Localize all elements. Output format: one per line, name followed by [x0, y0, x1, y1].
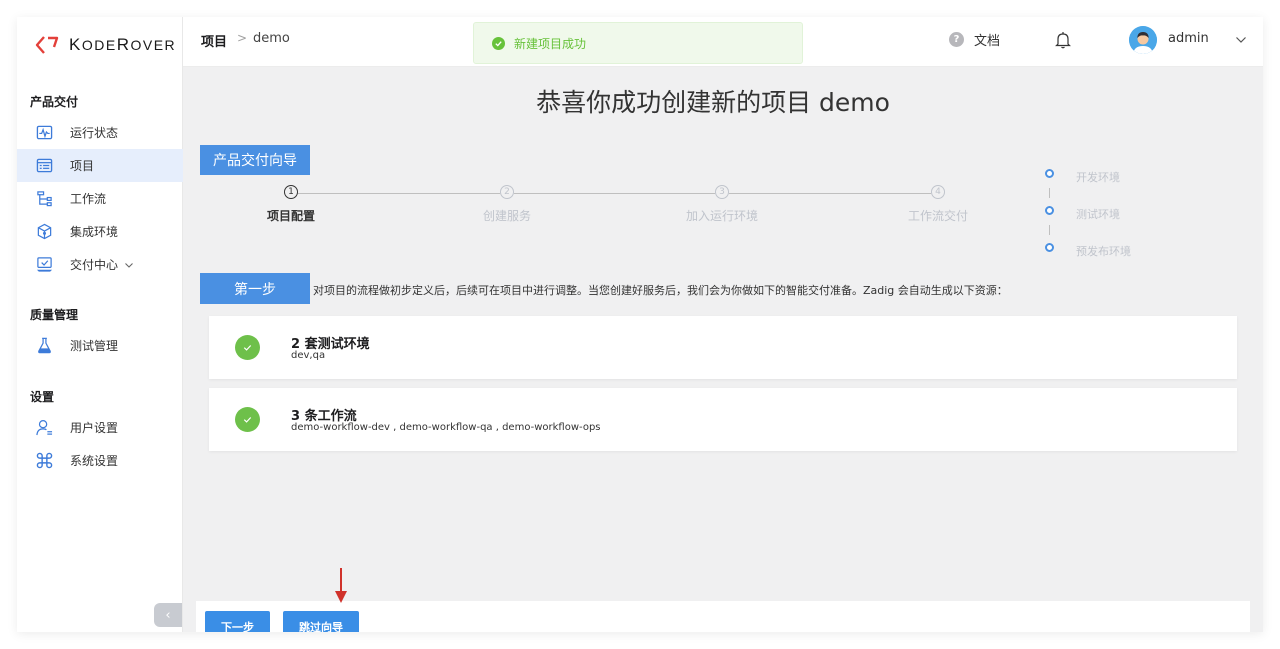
- flask-icon: [35, 337, 53, 355]
- check-circle-icon: [235, 335, 260, 360]
- breadcrumb-separator: >: [237, 31, 248, 45]
- step-connector: [729, 193, 931, 194]
- avatar[interactable]: [1129, 26, 1157, 54]
- step-number: 1: [284, 185, 298, 199]
- step-label: 工作流交付: [907, 209, 968, 223]
- chevron-down-icon[interactable]: [1235, 35, 1247, 45]
- step-connector: [298, 193, 500, 194]
- sidebar-item-label: 用户设置: [70, 421, 119, 435]
- step-number: 2: [500, 185, 514, 199]
- pulse-chart-icon: [35, 124, 53, 142]
- step-label: 加入运行环境: [685, 209, 758, 223]
- cube-icon: [35, 223, 53, 241]
- env-dot: [1045, 169, 1054, 178]
- step-number: 3: [715, 185, 729, 199]
- user-list-icon: [35, 419, 53, 437]
- resource-card-workflows: 3 条工作流 demo-workflow-dev , demo-workflow…: [209, 388, 1237, 451]
- delivery-box-icon: [35, 256, 53, 274]
- command-icon: [35, 452, 53, 470]
- sidebar-item-system-settings[interactable]: 系统设置: [17, 444, 183, 477]
- env-dot: [1045, 243, 1054, 252]
- docs-label: 文档: [974, 34, 1001, 49]
- koderover-logo-icon: [35, 36, 59, 54]
- sidebar-item-user-settings[interactable]: 用户设置: [17, 411, 183, 444]
- sidebar-item-environments[interactable]: 集成环境: [17, 215, 183, 248]
- env-connector: [1049, 225, 1050, 235]
- env-label-test: 测试环境: [1076, 208, 1120, 221]
- brand-name: KODEROVER: [69, 35, 177, 54]
- chevron-down-icon[interactable]: [124, 260, 134, 270]
- check-circle-icon: [235, 407, 260, 432]
- sidebar: KODEROVER 产品交付 运行状态 项目 工作流 集成环境 交付中心 质量管…: [17, 17, 183, 632]
- list-doc-icon: [35, 157, 53, 175]
- next-step-button[interactable]: 下一步: [205, 611, 270, 632]
- guide-badge: 产品交付向导: [200, 145, 310, 175]
- success-check-icon: [492, 36, 505, 50]
- sidebar-item-project[interactable]: 项目: [17, 149, 183, 182]
- env-label-dev: 开发环境: [1076, 171, 1120, 184]
- step-description: 对项目的流程做初步定义后，后续可在项目中进行调整。当您创建好服务后，我们会为你做…: [313, 284, 1008, 297]
- sidebar-item-label: 项目: [70, 159, 95, 173]
- env-connector: [1049, 188, 1050, 198]
- sidebar-item-label: 系统设置: [70, 454, 119, 468]
- breadcrumb-current: demo: [253, 31, 290, 46]
- step-label: 项目配置: [266, 209, 315, 223]
- env-label-staging: 预发布环境: [1076, 245, 1131, 258]
- bell-icon[interactable]: [1055, 31, 1071, 49]
- docs-link[interactable]: ? 文档: [949, 30, 1000, 49]
- workflow-tree-icon: [35, 190, 53, 208]
- sidebar-item-test-management[interactable]: 测试管理: [17, 329, 183, 362]
- sidebar-item-label: 运行状态: [70, 126, 119, 140]
- sidebar-item-label: 工作流: [70, 192, 107, 206]
- step-number: 4: [931, 185, 945, 199]
- sidebar-section-settings: 设置: [30, 390, 55, 404]
- main-content: 恭喜你成功创建新的项目 demo 产品交付向导 1 2 3 4 项目配置 创建服…: [183, 67, 1263, 632]
- step-label: 创建服务: [482, 209, 531, 223]
- step-connector: [514, 193, 715, 194]
- card-subtitle: dev,qa: [291, 350, 326, 361]
- sidebar-section-quality: 质量管理: [30, 308, 79, 322]
- step-badge: 第一步: [200, 273, 310, 304]
- sidebar-item-label: 集成环境: [70, 225, 119, 239]
- sidebar-section-delivery: 产品交付: [30, 95, 79, 109]
- sidebar-item-label: 测试管理: [70, 339, 119, 353]
- skip-guide-button[interactable]: 跳过向导: [283, 611, 359, 632]
- user-name[interactable]: admin: [1168, 31, 1209, 46]
- annotation-arrow-icon: [335, 568, 347, 603]
- sidebar-collapse-button[interactable]: ‹: [154, 603, 182, 627]
- sidebar-item-delivery-center[interactable]: 交付中心: [17, 248, 183, 281]
- koderover-logo[interactable]: KODEROVER: [35, 33, 176, 57]
- breadcrumb-root[interactable]: 项目: [201, 31, 227, 50]
- env-dot: [1045, 206, 1054, 215]
- card-subtitle: demo-workflow-dev , demo-workflow-qa , d…: [291, 422, 601, 433]
- resource-card-environments: 2 套测试环境 dev,qa: [209, 316, 1237, 379]
- success-toast: 新建项目成功: [473, 22, 803, 64]
- sidebar-item-status[interactable]: 运行状态: [17, 116, 183, 149]
- top-header: 项目 > demo 新建项目成功 ? 文档 admin: [183, 17, 1263, 67]
- sidebar-item-workflow[interactable]: 工作流: [17, 182, 183, 215]
- user-avatar-icon: [1129, 26, 1157, 54]
- page-title: 恭喜你成功创建新的项目 demo: [536, 88, 890, 117]
- toast-message: 新建项目成功: [514, 36, 587, 51]
- help-circle-icon: ?: [949, 32, 964, 47]
- app-window: KODEROVER 产品交付 运行状态 项目 工作流 集成环境 交付中心 质量管…: [17, 17, 1263, 632]
- sidebar-item-label: 交付中心: [70, 258, 119, 272]
